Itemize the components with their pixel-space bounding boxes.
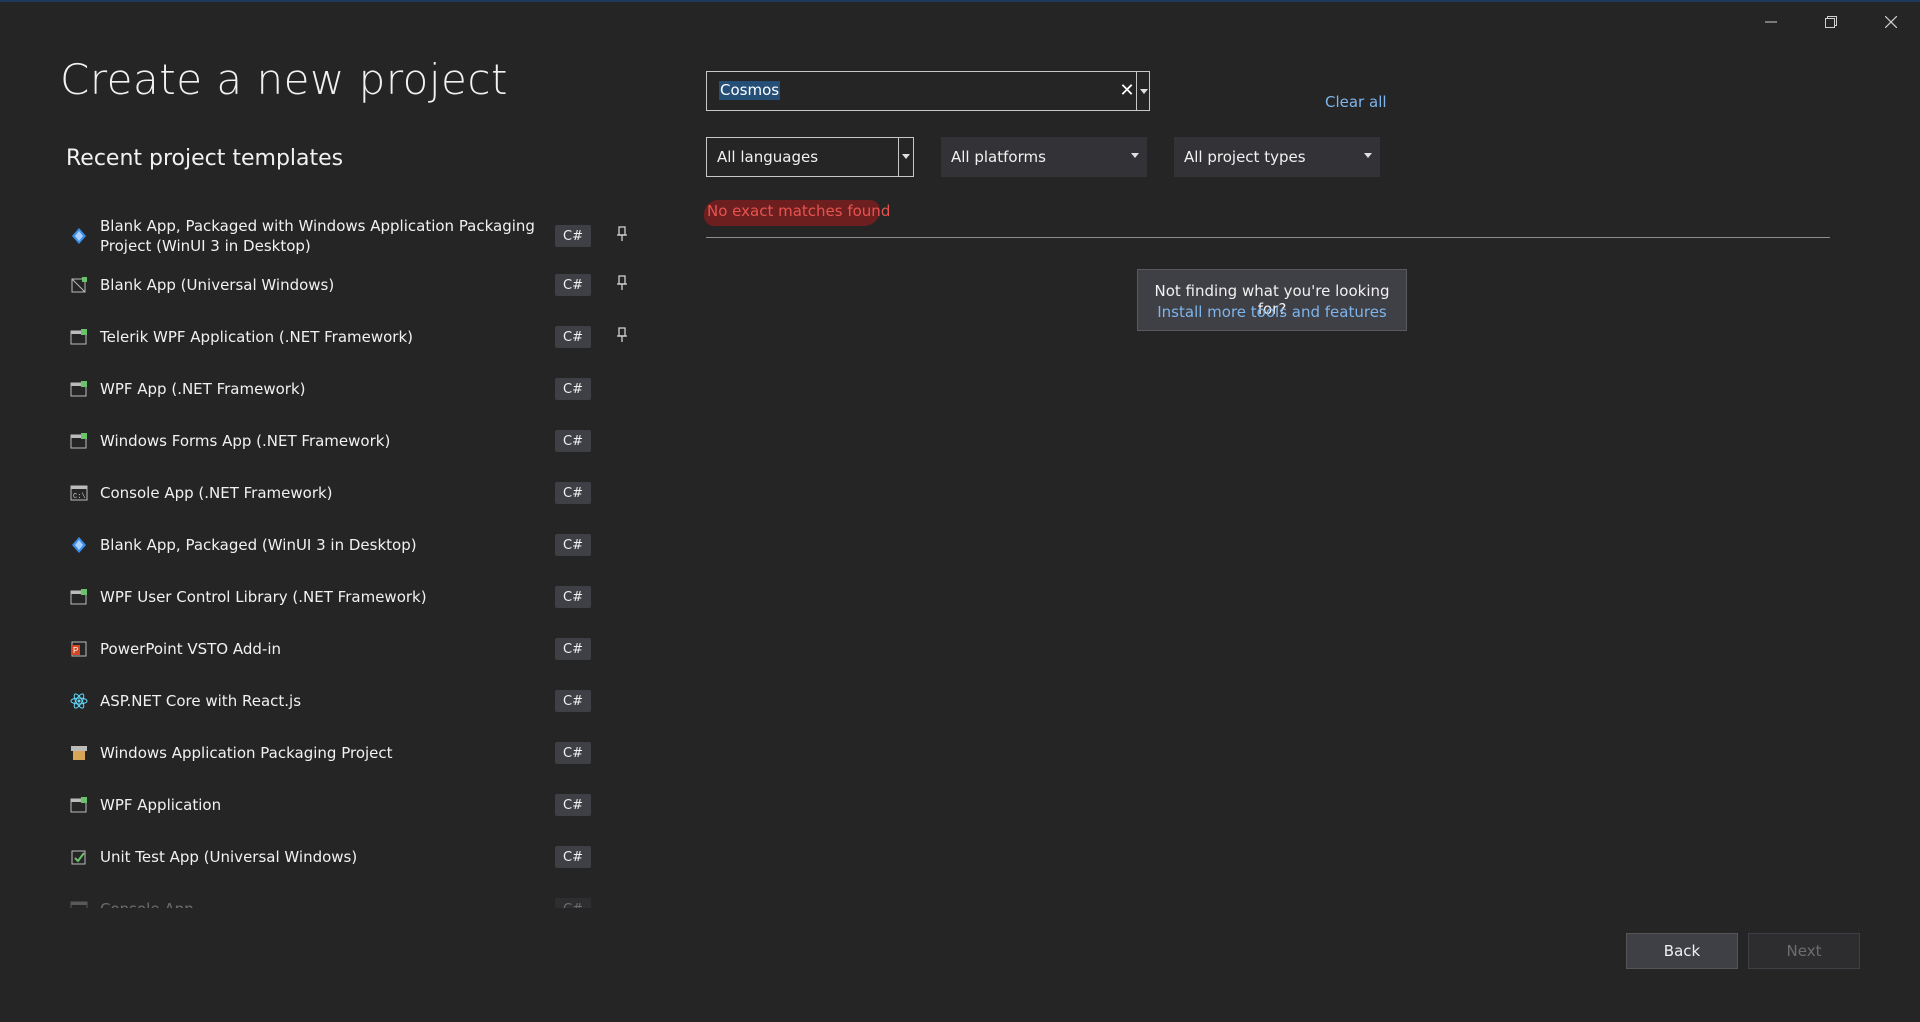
telerik-wpf-icon [69, 327, 89, 347]
platform-filter-label: All platforms [951, 148, 1046, 166]
next-button[interactable]: Next [1748, 933, 1860, 969]
language-badge: C# [555, 846, 591, 868]
winui-icon [69, 226, 89, 246]
template-name: Blank App, Packaged (WinUI 3 in Desktop) [100, 536, 417, 554]
page-title: Create a new project [60, 55, 508, 104]
powerpoint-icon: P [69, 639, 89, 659]
language-badge: C# [555, 326, 591, 348]
recent-template-item[interactable]: C:\ Console App (.NET Framework) C# [60, 482, 650, 504]
project-type-filter-label: All project types [1184, 148, 1306, 166]
no-matches-message: No exact matches found [707, 202, 891, 220]
recent-template-item[interactable]: WPF User Control Library (.NET Framework… [60, 586, 650, 608]
language-badge: C# [555, 534, 591, 556]
pin-icon[interactable] [612, 273, 632, 293]
template-name: WPF User Control Library (.NET Framework… [100, 588, 427, 606]
template-name: Windows Forms App (.NET Framework) [100, 432, 391, 450]
recent-template-item[interactable]: Windows Forms App (.NET Framework) C# [60, 430, 650, 452]
back-button[interactable]: Back [1626, 933, 1738, 969]
search-input-value: Cosmos [719, 81, 781, 100]
language-badge: C# [555, 430, 591, 452]
unit-test-icon [69, 847, 89, 867]
recent-template-item[interactable]: WPF Application C# [60, 794, 650, 816]
console-icon: C:\ [69, 483, 89, 503]
template-name: Console App (.NET Framework) [100, 484, 333, 502]
template-name: Blank App, Packaged with Windows Applica… [100, 217, 535, 255]
wpf-control-library-icon [69, 587, 89, 607]
recent-template-item[interactable]: Blank App (Universal Windows) C# [60, 274, 650, 296]
clear-all-link[interactable]: Clear all [1325, 93, 1387, 111]
recent-template-item[interactable]: C:\ Console AppC# [60, 898, 650, 908]
search-history-dropdown[interactable] [1136, 72, 1151, 110]
search-input[interactable]: Cosmos ✕ [706, 71, 1150, 111]
chevron-down-icon [1131, 153, 1139, 158]
install-tools-link[interactable]: Install more tools and features [1138, 303, 1406, 321]
pin-icon[interactable] [612, 224, 632, 244]
recent-template-item[interactable]: P PowerPoint VSTO Add-in C# [60, 638, 650, 660]
language-badge: C# [555, 898, 591, 908]
project-type-filter[interactable]: All project types [1174, 137, 1380, 177]
pin-icon[interactable] [612, 325, 632, 345]
recent-templates-list: Blank App, Packaged with Windows Applica… [60, 200, 650, 908]
recent-template-item[interactable]: Blank App, Packaged with Windows Applica… [60, 216, 650, 256]
console-icon: C:\ [69, 899, 89, 908]
language-badge: C# [555, 794, 591, 816]
template-name: ASP.NET Core with React.js [100, 692, 302, 710]
wpf-app-icon [69, 379, 89, 399]
clear-search-icon[interactable]: ✕ [1117, 81, 1137, 101]
recent-template-item[interactable]: WPF App (.NET Framework) C# [60, 378, 650, 400]
restore-icon [1825, 16, 1837, 28]
wpf-app-icon [69, 795, 89, 815]
restore-button[interactable] [1802, 6, 1860, 38]
close-button[interactable] [1862, 6, 1920, 38]
platform-filter[interactable]: All platforms [941, 137, 1147, 177]
recent-templates-heading: Recent project templates [66, 146, 344, 171]
window-top-border [0, 0, 1920, 2]
chevron-down-icon [902, 154, 910, 159]
minimize-button[interactable] [1742, 6, 1800, 38]
language-badge: C# [555, 482, 591, 504]
template-name: PowerPoint VSTO Add-in [100, 640, 282, 658]
template-name: Unit Test App (Universal Windows) [100, 848, 358, 866]
template-name: WPF Application [100, 796, 222, 814]
winui-icon [69, 535, 89, 555]
language-badge: C# [555, 690, 591, 712]
uwp-app-icon [69, 275, 89, 295]
minimize-icon [1765, 21, 1777, 23]
template-name: WPF App (.NET Framework) [100, 380, 306, 398]
winforms-icon [69, 431, 89, 451]
template-name: Console App [100, 899, 600, 908]
recent-template-item[interactable]: Windows Application Packaging Project C# [60, 742, 650, 764]
close-icon [1885, 16, 1897, 28]
template-name: Telerik WPF Application (.NET Framework) [100, 328, 414, 346]
react-icon [69, 691, 89, 711]
recent-template-item[interactable]: ASP.NET Core with React.js C# [60, 690, 650, 712]
language-badge: C# [555, 638, 591, 660]
svg-text:P: P [73, 646, 78, 655]
language-badge: C# [555, 586, 591, 608]
package-icon [69, 743, 89, 763]
results-divider [706, 237, 1830, 238]
recent-template-item[interactable]: Telerik WPF Application (.NET Framework)… [60, 326, 650, 348]
template-name: Windows Application Packaging Project [100, 744, 393, 762]
language-badge: C# [555, 742, 591, 764]
recent-template-item[interactable]: Blank App, Packaged (WinUI 3 in Desktop)… [60, 534, 650, 556]
chevron-down-icon [1364, 153, 1372, 158]
language-badge: C# [555, 378, 591, 400]
language-filter-label: All languages [717, 148, 819, 166]
recent-template-item[interactable]: Unit Test App (Universal Windows) C# [60, 846, 650, 868]
svg-text:C:\: C:\ [73, 493, 86, 501]
install-tools-tip: Not finding what you're looking for? Ins… [1137, 269, 1407, 331]
language-filter[interactable]: All languages [706, 137, 914, 177]
template-name: Blank App (Universal Windows) [100, 276, 335, 294]
language-badge: C# [555, 274, 591, 296]
dropdown-divider [898, 138, 899, 176]
language-badge: C# [555, 225, 591, 247]
chevron-down-icon [1140, 88, 1148, 94]
